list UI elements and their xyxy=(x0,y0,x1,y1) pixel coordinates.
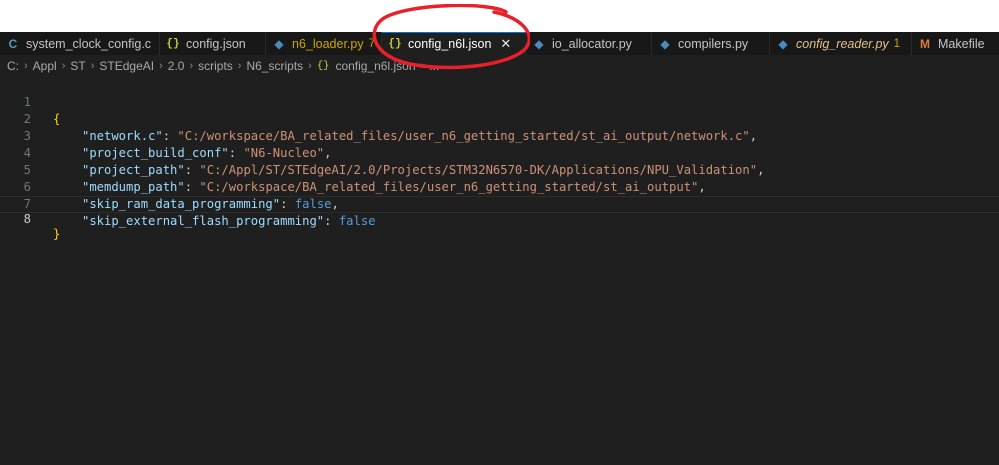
tab-n6-loader-py[interactable]: ◆ n6_loader.py 7 xyxy=(266,32,382,55)
breadcrumb-folder[interactable]: STEdgeAI xyxy=(99,59,154,73)
json-icon: {} xyxy=(388,38,402,50)
tab-label: n6_loader.py xyxy=(292,36,364,51)
code-line: 7 "skip_external_flash_programming": fal… xyxy=(0,179,999,228)
code-editor[interactable]: 1 { 2 "network.c": "C:/workspace/BA_rela… xyxy=(0,77,999,465)
breadcrumb-folder[interactable]: N6_scripts xyxy=(246,59,303,73)
window-top-margin xyxy=(0,0,999,32)
problem-count-badge: 1 xyxy=(893,37,901,50)
chevron-right-icon: › xyxy=(420,60,425,72)
makefile-icon: M xyxy=(920,36,930,51)
tab-label: io_allocator.py xyxy=(552,36,632,51)
breadcrumb-symbols[interactable]: ... xyxy=(429,59,439,73)
code-line: 3 "project_build_conf": "N6-Nucleo", xyxy=(0,111,999,160)
breadcrumb-folder[interactable]: 2.0 xyxy=(168,59,185,73)
tab-label: config.json xyxy=(186,36,246,51)
code-line: 6 "skip_ram_data_programming": false, xyxy=(0,162,999,211)
json-key: "skip_external_flash_programming" xyxy=(82,214,325,228)
close-icon[interactable]: ✕ xyxy=(500,36,511,52)
chevron-right-icon: › xyxy=(90,60,95,72)
breadcrumb-file[interactable]: config_n6l.json xyxy=(335,59,415,73)
code-line: 1 { xyxy=(0,77,999,126)
code-line: 5 "memdump_path": "C:/workspace/BA_relat… xyxy=(0,145,999,194)
c-file-icon: C xyxy=(8,36,18,51)
tab-compilers-py[interactable]: ◆ compilers.py xyxy=(652,32,770,55)
tab-config-json[interactable]: {} config.json xyxy=(160,32,266,55)
python-icon: ◆ xyxy=(660,36,670,51)
chevron-right-icon: › xyxy=(189,60,194,72)
tab-label: system_clock_config.c xyxy=(26,36,152,51)
tab-makefile[interactable]: M Makefile xyxy=(912,32,999,55)
chevron-right-icon: › xyxy=(159,60,163,72)
close-brace: } xyxy=(53,227,61,241)
tab-io-allocator-py[interactable]: ◆ io_allocator.py xyxy=(526,32,652,55)
chevron-right-icon: › xyxy=(61,60,66,72)
python-icon: ◆ xyxy=(778,36,788,51)
python-icon: ◆ xyxy=(274,36,284,51)
chevron-right-icon: › xyxy=(237,60,242,72)
tab-label: Makefile xyxy=(938,36,985,51)
breadcrumb: C: › Appl › ST › STEdgeAI › 2.0 › script… xyxy=(0,55,999,77)
chevron-right-icon: › xyxy=(308,60,312,72)
breadcrumb-folder[interactable]: ST xyxy=(70,59,85,73)
python-icon: ◆ xyxy=(534,36,544,51)
breadcrumb-folder[interactable]: scripts xyxy=(198,59,233,73)
line-number: 8 xyxy=(23,212,31,226)
code-line: 4 "project_path": "C:/Appl/ST/STEdgeAI/2… xyxy=(0,128,999,177)
tab-config-reader-py[interactable]: ◆ config_reader.py 1 xyxy=(770,32,912,55)
tab-label: compilers.py xyxy=(678,36,749,51)
tab-system-clock-config-c[interactable]: C system_clock_config.c xyxy=(0,32,160,55)
breadcrumb-folder[interactable]: Appl xyxy=(33,59,57,73)
tab-label: config_n6l.json xyxy=(408,37,492,51)
chevron-right-icon: › xyxy=(24,60,28,72)
tab-label: config_reader.py xyxy=(796,36,889,51)
code-line: 2 "network.c": "C:/workspace/BA_related_… xyxy=(0,94,999,143)
editor-tab-bar: C system_clock_config.c {} config.json ◆… xyxy=(0,32,999,55)
tab-config-n6l-json[interactable]: {} config_n6l.json ✕ xyxy=(382,32,526,55)
code-line-current: 8 } xyxy=(0,196,999,241)
json-icon: {} xyxy=(316,60,330,72)
json-value: false xyxy=(338,214,376,228)
json-icon: {} xyxy=(166,37,180,50)
breadcrumb-drive[interactable]: C: xyxy=(7,59,19,73)
problem-count-badge: 7 xyxy=(368,37,375,50)
